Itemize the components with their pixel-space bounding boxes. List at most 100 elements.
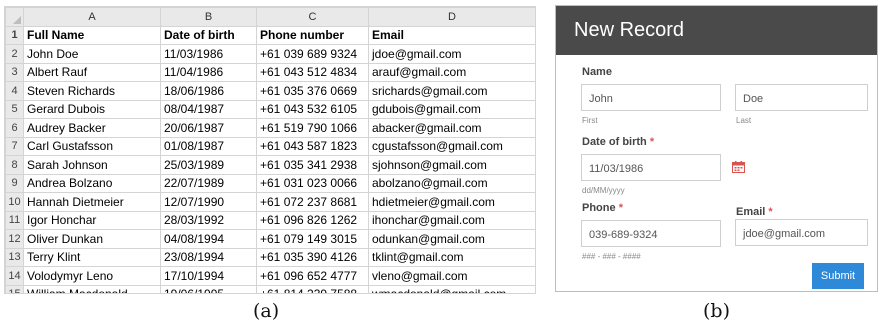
column-header-a[interactable]: A bbox=[23, 7, 161, 27]
last-name-field[interactable]: Doe bbox=[735, 84, 868, 111]
cell[interactable]: Steven Richards bbox=[23, 81, 161, 101]
cell[interactable]: Email bbox=[368, 25, 535, 45]
row-number[interactable]: 12 bbox=[5, 229, 24, 249]
cell[interactable]: vleno@gmail.com bbox=[368, 266, 535, 286]
row-number[interactable]: 5 bbox=[5, 99, 24, 119]
row-number[interactable]: 15 bbox=[5, 284, 24, 293]
cell[interactable]: 11/04/1986 bbox=[160, 62, 257, 82]
row-number[interactable]: 1 bbox=[5, 25, 24, 45]
cell[interactable]: 17/10/1994 bbox=[160, 266, 257, 286]
phone-label: Phone * bbox=[582, 202, 623, 214]
cell[interactable]: +61 035 341 2938 bbox=[256, 155, 369, 175]
column-header-b[interactable]: B bbox=[160, 7, 257, 27]
cell[interactable]: Volodymyr Leno bbox=[23, 266, 161, 286]
table-row: 14 Volodymyr Leno 17/10/1994 +61 096 652 47… bbox=[5, 266, 535, 286]
table-row: 1 Full Name Date of birth Phone number Email bbox=[5, 25, 535, 45]
cell[interactable]: hdietmeier@gmail.com bbox=[368, 192, 535, 212]
form-header: New Record bbox=[556, 6, 877, 55]
row-number[interactable]: 4 bbox=[5, 81, 24, 101]
cell[interactable]: Phone number bbox=[256, 25, 369, 45]
cell[interactable]: 25/03/1989 bbox=[160, 155, 257, 175]
row-number[interactable]: 13 bbox=[5, 247, 24, 267]
cell[interactable]: sjohnson@gmail.com bbox=[368, 155, 535, 175]
row-number[interactable]: 2 bbox=[5, 44, 24, 64]
table-row: 12 Oliver Dunkan 04/08/1994 +61 079 149 301… bbox=[5, 229, 535, 249]
cell[interactable]: +61 814 239 7588 bbox=[256, 284, 369, 293]
cell[interactable]: Audrey Backer bbox=[23, 118, 161, 138]
cell[interactable]: tklint@gmail.com bbox=[368, 247, 535, 267]
select-all-corner[interactable] bbox=[5, 7, 24, 27]
cell[interactable]: odunkan@gmail.com bbox=[368, 229, 535, 249]
table-row: 15William Macdonald19/06/1995+61 814 239… bbox=[5, 284, 535, 293]
column-header-d[interactable]: D bbox=[368, 7, 535, 27]
cell[interactable]: Terry Klint bbox=[23, 247, 161, 267]
cell[interactable]: 23/08/1994 bbox=[160, 247, 257, 267]
row-number[interactable]: 11 bbox=[5, 210, 24, 230]
cell[interactable]: cgustafsson@gmail.com bbox=[368, 136, 535, 156]
cell[interactable]: 12/07/1990 bbox=[160, 192, 257, 212]
cell[interactable]: William Macdonald bbox=[23, 284, 161, 293]
cell[interactable]: John Doe bbox=[23, 44, 161, 64]
cell[interactable]: Albert Rauf bbox=[23, 62, 161, 82]
cell[interactable]: ihonchar@gmail.com bbox=[368, 210, 535, 230]
table-row: 10 Hannah Dietmeier 12/07/1990 +61 072 237 … bbox=[5, 192, 535, 212]
spreadsheet-grid: A B C D 1 Full Name Date of birth Phone num… bbox=[5, 7, 535, 293]
cell[interactable]: wmacdonald@gmail.com bbox=[368, 284, 535, 293]
row-number[interactable]: 3 bbox=[5, 62, 24, 82]
row-number[interactable]: 7 bbox=[5, 136, 24, 156]
phone-field[interactable]: 039-689-9324 bbox=[581, 220, 721, 247]
cell[interactable]: Full Name bbox=[23, 25, 161, 45]
cell[interactable]: 11/03/1986 bbox=[160, 44, 257, 64]
row-number[interactable]: 8 bbox=[5, 155, 24, 175]
cell[interactable]: abolzano@gmail.com bbox=[368, 173, 535, 193]
calendar-icon[interactable] bbox=[732, 161, 745, 173]
cell[interactable]: 08/04/1987 bbox=[160, 99, 257, 119]
cell[interactable]: Oliver Dunkan bbox=[23, 229, 161, 249]
cell[interactable]: +61 079 149 3015 bbox=[256, 229, 369, 249]
cell[interactable]: Gerard Dubois bbox=[23, 99, 161, 119]
row-number[interactable]: 14 bbox=[5, 266, 24, 286]
cell[interactable]: +61 043 587 1823 bbox=[256, 136, 369, 156]
phone-hint: ### - ### - #### bbox=[582, 252, 641, 261]
cell[interactable]: 20/06/1987 bbox=[160, 118, 257, 138]
cell[interactable]: 19/06/1995 bbox=[160, 284, 257, 293]
cell[interactable]: Andrea Bolzano bbox=[23, 173, 161, 193]
date-of-birth-field[interactable]: 11/03/1986 bbox=[581, 154, 721, 181]
cell[interactable]: 28/03/1992 bbox=[160, 210, 257, 230]
table-row: 6 Audrey Backer 20/06/1987 +61 519 790 1066… bbox=[5, 118, 535, 138]
table-row: 9 Andrea Bolzano 22/07/1989 +61 031 023 006… bbox=[5, 173, 535, 193]
cell[interactable]: Sarah Johnson bbox=[23, 155, 161, 175]
cell[interactable]: +61 096 826 1262 bbox=[256, 210, 369, 230]
column-header-c[interactable]: C bbox=[256, 7, 369, 27]
cell[interactable]: 01/08/1987 bbox=[160, 136, 257, 156]
cell[interactable]: jdoe@gmail.com bbox=[368, 44, 535, 64]
email-field[interactable]: jdoe@gmail.com bbox=[735, 219, 868, 246]
cell[interactable]: +61 039 689 9324 bbox=[256, 44, 369, 64]
cell[interactable]: +61 072 237 8681 bbox=[256, 192, 369, 212]
row-number[interactable]: 9 bbox=[5, 173, 24, 193]
cell[interactable]: Hannah Dietmeier bbox=[23, 192, 161, 212]
table-row: 3 Albert Rauf 11/04/1986 +61 043 512 4834 ar… bbox=[5, 62, 535, 82]
cell[interactable]: +61 096 652 4777 bbox=[256, 266, 369, 286]
cell[interactable]: +61 031 023 0066 bbox=[256, 173, 369, 193]
first-name-field[interactable]: John bbox=[581, 84, 721, 111]
submit-button[interactable]: Submit bbox=[812, 263, 864, 289]
cell[interactable]: Igor Honchar bbox=[23, 210, 161, 230]
cell[interactable]: +61 043 532 6105 bbox=[256, 99, 369, 119]
cell[interactable]: 22/07/1989 bbox=[160, 173, 257, 193]
cell[interactable]: abacker@gmail.com bbox=[368, 118, 535, 138]
cell[interactable]: arauf@gmail.com bbox=[368, 62, 535, 82]
cell[interactable]: Carl Gustafsson bbox=[23, 136, 161, 156]
cell[interactable]: +61 035 376 0669 bbox=[256, 81, 369, 101]
row-number[interactable]: 10 bbox=[5, 192, 24, 212]
cell[interactable]: srichards@gmail.com bbox=[368, 81, 535, 101]
form-title: New Record bbox=[574, 19, 685, 41]
cell[interactable]: 04/08/1994 bbox=[160, 229, 257, 249]
cell[interactable]: 18/06/1986 bbox=[160, 81, 257, 101]
cell[interactable]: +61 519 790 1066 bbox=[256, 118, 369, 138]
cell[interactable]: gdubois@gmail.com bbox=[368, 99, 535, 119]
cell[interactable]: Date of birth bbox=[160, 25, 257, 45]
cell[interactable]: +61 035 390 4126 bbox=[256, 247, 369, 267]
row-number[interactable]: 6 bbox=[5, 118, 24, 138]
cell[interactable]: +61 043 512 4834 bbox=[256, 62, 369, 82]
